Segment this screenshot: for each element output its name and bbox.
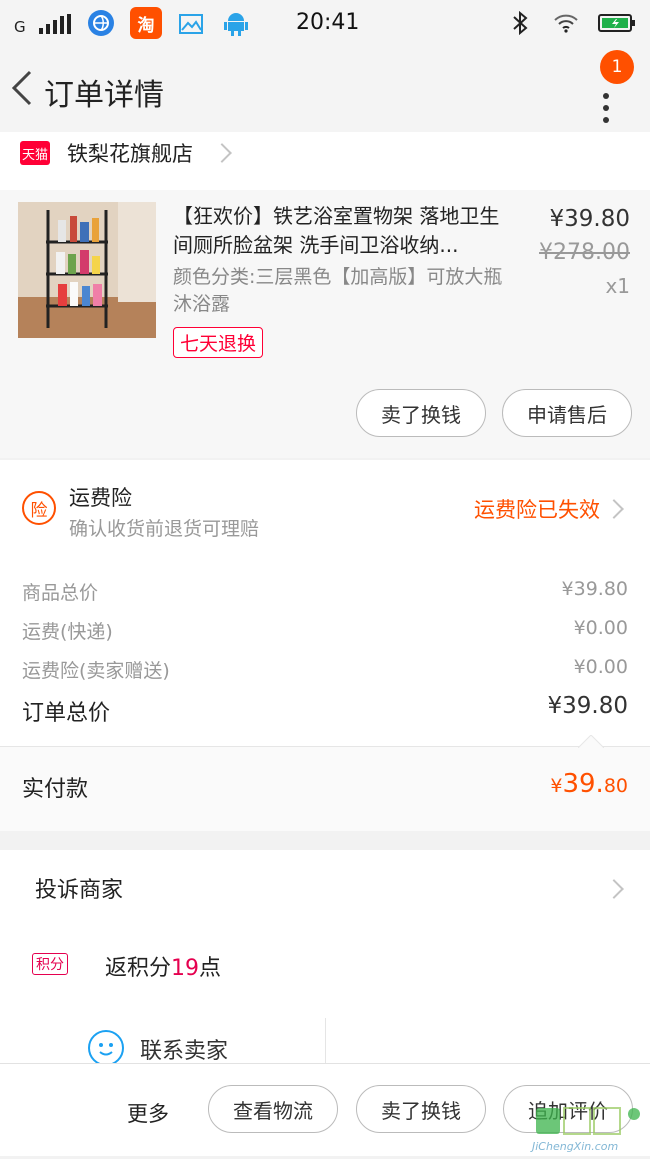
price-summary: 商品总价 ¥39.80 运费(快递) ¥0.00 运费险(卖家赠送) ¥0.00… <box>0 556 650 746</box>
order-total-label: 订单总价 <box>22 701 111 726</box>
after-sales-button[interactable]: 申请售后 <box>502 389 632 437</box>
page-title: 订单详情 <box>44 78 164 113</box>
watermark-text: JiChengXin.com <box>532 1140 619 1153</box>
taobao-app-icon: 淘 <box>130 7 162 39</box>
amount-paid-row: 实付款 ¥39.80 <box>0 735 650 831</box>
store-row[interactable]: 天猫 铁梨花旗舰店 <box>0 132 650 190</box>
view-logistics-button[interactable]: 查看物流 <box>208 1085 338 1133</box>
chevron-right-icon <box>604 499 624 519</box>
shipping-insurance-row[interactable]: 险 运费险 确认收货前退货可理赔 运费险已失效 <box>0 460 650 556</box>
insurance-status[interactable]: 运费险已失效 <box>474 494 600 524</box>
product-title[interactable]: 【狂欢价】铁艺浴室置物架 落地卫生间厕所脸盆架 洗手间卫浴收纳... <box>173 202 513 260</box>
android-icon <box>224 13 248 36</box>
chevron-right-icon <box>604 879 624 899</box>
contact-seller-button[interactable]: 联系卖家 <box>140 1033 228 1065</box>
wifi-icon <box>554 14 578 33</box>
back-arrow-icon[interactable] <box>8 68 38 108</box>
caret-up-icon <box>578 735 604 748</box>
insurance-fee-value: ¥0.00 <box>573 656 628 678</box>
nav-header: 订单详情 1 <box>0 46 650 132</box>
chat-bubble-icon <box>88 1030 124 1066</box>
rebate-prefix: 返积分 <box>105 956 172 981</box>
gallery-icon <box>179 14 203 34</box>
insurance-fee-label: 运费险(卖家赠送) <box>22 660 170 682</box>
points-badge: 积分 <box>32 953 68 975</box>
tmall-badge: 天猫 <box>20 141 50 165</box>
original-price: ¥278.00 <box>539 240 630 265</box>
subtotal-label: 商品总价 <box>22 582 99 604</box>
chevron-right-icon <box>212 143 232 163</box>
site-watermark: JiChengXin.com <box>530 1100 650 1155</box>
paid-decimal: 80 <box>603 775 628 797</box>
insurance-subtitle: 确认收货前退货可理赔 <box>69 518 260 540</box>
paid-integer: 39. <box>562 769 604 799</box>
shipping-value: ¥0.00 <box>573 617 628 639</box>
browser-icon <box>88 10 114 36</box>
points-rebate-text: 返积分19点 <box>105 950 221 982</box>
insurance-title: 运费险 <box>69 486 132 510</box>
rebate-suffix: 点 <box>199 956 222 981</box>
bluetooth-icon <box>513 11 528 35</box>
subtotal-value: ¥39.80 <box>561 578 628 600</box>
rebate-points: 19 <box>171 956 200 981</box>
battery-icon <box>598 14 635 32</box>
product-quantity: x1 <box>605 274 630 298</box>
resell-button[interactable]: 卖了换钱 <box>356 1085 486 1133</box>
notification-badge: 1 <box>600 50 634 84</box>
status-bar: G 淘 20:41 <box>0 0 650 46</box>
paid-amount: ¥39.80 <box>550 769 628 799</box>
store-name[interactable]: 铁梨花旗舰店 <box>67 138 193 168</box>
clock: 20:41 <box>296 10 360 35</box>
product-price: ¥39.80 <box>549 206 630 232</box>
shipping-label: 运费(快递) <box>22 621 113 643</box>
product-sku: 颜色分类:三层黑色【加高版】可放大瓶沐浴露 <box>173 266 503 315</box>
service-links: 投诉商家 积分 返积分19点 联系卖家 <box>0 850 650 1066</box>
order-total-value: ¥39.80 <box>547 693 628 719</box>
signal-icon <box>39 14 71 34</box>
complain-merchant-link[interactable]: 投诉商家 <box>35 872 123 904</box>
divider <box>325 1018 326 1065</box>
more-actions-button[interactable]: 更多 <box>127 1098 169 1128</box>
insurance-icon: 险 <box>22 491 56 525</box>
sell-for-cash-button[interactable]: 卖了换钱 <box>356 389 486 437</box>
paid-label: 实付款 <box>22 777 89 802</box>
paid-currency: ¥ <box>550 775 563 797</box>
return-policy-tag: 七天退换 <box>173 327 264 358</box>
carrier-label: G <box>14 18 26 36</box>
product-card[interactable]: 【狂欢价】铁艺浴室置物架 落地卫生间厕所脸盆架 洗手间卫浴收纳... 颜色分类:… <box>0 190 650 458</box>
product-image[interactable] <box>18 202 156 338</box>
